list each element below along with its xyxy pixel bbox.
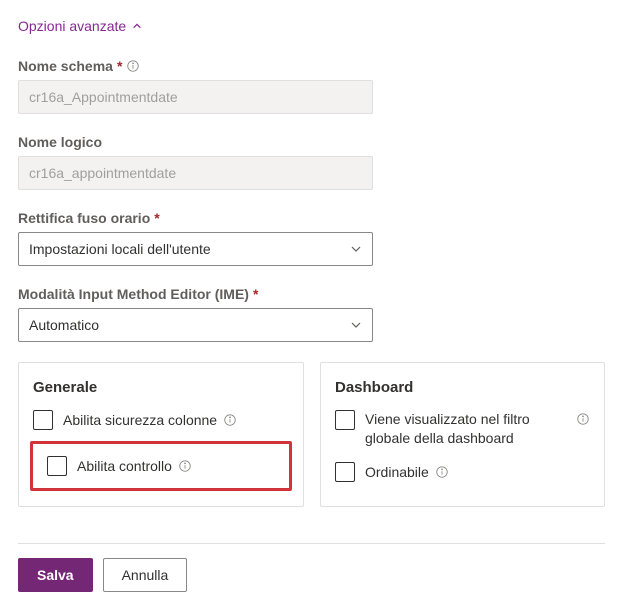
- column-security-checkbox[interactable]: [33, 410, 53, 430]
- ime-value: Automatico: [29, 317, 99, 333]
- global-filter-label: Viene visualizzato nel filtro globale de…: [365, 410, 570, 448]
- info-icon[interactable]: [435, 465, 449, 479]
- sortable-checkbox[interactable]: [335, 462, 355, 482]
- general-title: Generale: [33, 379, 289, 396]
- enable-control-label: Abilita controllo: [77, 458, 172, 474]
- info-icon[interactable]: [178, 459, 192, 473]
- chevron-down-icon: [350, 243, 362, 255]
- timezone-label: Rettifica fuso orario: [18, 210, 150, 226]
- global-filter-checkbox[interactable]: [335, 410, 355, 430]
- sortable-row: Ordinabile: [335, 462, 590, 482]
- info-icon[interactable]: [223, 413, 237, 427]
- timezone-select[interactable]: Impostazioni locali dell'utente: [18, 232, 373, 266]
- ime-select[interactable]: Automatico: [18, 308, 373, 342]
- enable-control-highlight: Abilita controllo: [30, 441, 292, 491]
- global-filter-row: Viene visualizzato nel filtro globale de…: [335, 410, 590, 448]
- general-panel: Generale Abilita sicurezza colonne Abili…: [18, 362, 304, 507]
- advanced-options-toggle[interactable]: Opzioni avanzate: [18, 18, 605, 34]
- footer-divider: [18, 543, 605, 544]
- required-indicator: *: [253, 286, 258, 302]
- info-icon[interactable]: [126, 59, 140, 73]
- ime-label: Modalità Input Method Editor (IME): [18, 286, 249, 302]
- chevron-down-icon: [350, 319, 362, 331]
- schema-name-input: [18, 80, 373, 114]
- enable-control-checkbox[interactable]: [47, 456, 67, 476]
- schema-name-label: Nome schema: [18, 58, 113, 74]
- chevron-up-icon: [132, 21, 142, 31]
- logical-name-label: Nome logico: [18, 134, 102, 150]
- sortable-label: Ordinabile: [365, 464, 429, 480]
- required-indicator: *: [154, 210, 159, 226]
- save-button[interactable]: Salva: [18, 558, 93, 592]
- logical-name-field: Nome logico: [18, 134, 605, 190]
- required-indicator: *: [117, 58, 122, 74]
- logical-name-input: [18, 156, 373, 190]
- ime-field: Modalità Input Method Editor (IME) * Aut…: [18, 286, 605, 342]
- timezone-field: Rettifica fuso orario * Impostazioni loc…: [18, 210, 605, 266]
- column-security-label: Abilita sicurezza colonne: [63, 412, 217, 428]
- info-icon[interactable]: [576, 412, 590, 426]
- timezone-value: Impostazioni locali dell'utente: [29, 241, 211, 257]
- column-security-row: Abilita sicurezza colonne: [33, 410, 289, 430]
- schema-name-field: Nome schema *: [18, 58, 605, 114]
- dashboard-panel: Dashboard Viene visualizzato nel filtro …: [320, 362, 605, 507]
- enable-control-row: Abilita controllo: [47, 456, 275, 476]
- dashboard-title: Dashboard: [335, 379, 590, 396]
- advanced-options-label: Opzioni avanzate: [18, 18, 126, 34]
- cancel-button[interactable]: Annulla: [103, 558, 188, 592]
